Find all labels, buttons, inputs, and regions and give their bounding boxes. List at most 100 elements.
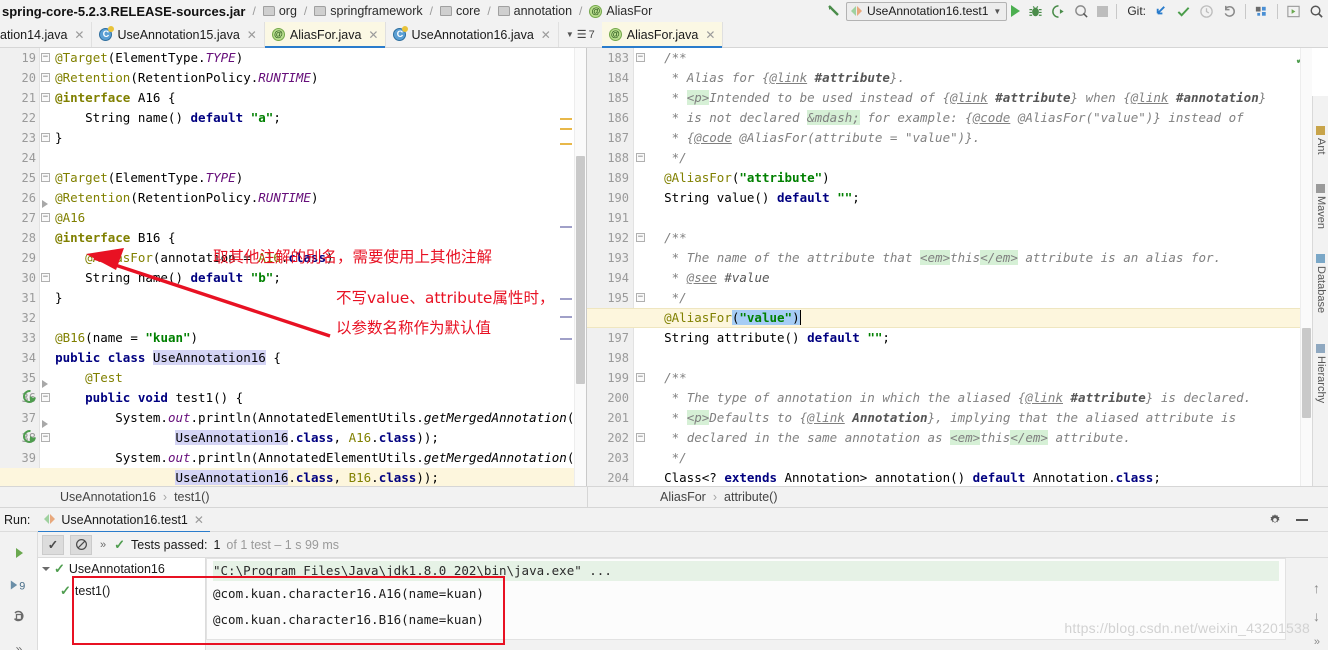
- code-line: * <p>Defaults to {@link Annotation}, imp…: [671, 410, 1237, 425]
- code-line: @Target(ElementType.TYPE): [55, 170, 244, 185]
- line-number: 189: [607, 171, 629, 185]
- code-line: /**: [664, 50, 687, 65]
- tool-tab-maven[interactable]: Maven: [1315, 196, 1327, 229]
- scrollbar-thumb[interactable]: [1302, 328, 1311, 418]
- close-icon[interactable]: ✕: [247, 28, 257, 42]
- code-line: String name() default "b";: [40, 270, 281, 285]
- tab-overflow-button[interactable]: ▼ ☰ 7: [559, 22, 602, 47]
- scroll-up-icon[interactable]: ↑: [1313, 580, 1320, 596]
- close-icon[interactable]: ✕: [74, 28, 84, 42]
- editor-left-pane[interactable]: 19 20 21 22 23 24 25 26 27 28 29 30 31 32 33 34 35 36 37 38…: [0, 48, 587, 486]
- line-number: 37: [21, 411, 36, 425]
- code-line: @Test: [85, 370, 123, 385]
- line-number: 29: [21, 251, 36, 265]
- scrollbar-thumb[interactable]: [576, 156, 585, 384]
- search-icon[interactable]: [1305, 1, 1328, 21]
- make-project-icon[interactable]: [822, 1, 846, 21]
- line-number: 28: [21, 231, 36, 245]
- show-ignored-toggle[interactable]: [70, 534, 92, 555]
- tool-tab-ant[interactable]: Ant: [1315, 138, 1327, 155]
- breadcrumb-separator: /: [303, 4, 308, 18]
- line-number: 39: [21, 451, 36, 465]
- breadcrumb-root[interactable]: spring-core-5.2.3.RELEASE-sources.jar: [2, 4, 245, 19]
- run-icon[interactable]: [1007, 1, 1024, 21]
- rerun-icon[interactable]: [8, 542, 30, 564]
- line-number: 194: [607, 271, 629, 285]
- run-anything-icon[interactable]: [1282, 1, 1305, 21]
- git-history-icon[interactable]: [1195, 1, 1218, 21]
- close-icon[interactable]: ✕: [541, 28, 551, 42]
- breadcrumb-item-aliasfor[interactable]: @ AliasFor: [589, 4, 652, 18]
- code-line: @A16: [55, 210, 86, 225]
- close-icon[interactable]: ✕: [368, 28, 378, 42]
- tab-useannotation16[interactable]: C UseAnnotation16.java ✕: [386, 22, 559, 47]
- git-update-icon[interactable]: [1149, 1, 1172, 21]
- breadcrumb-root-label: spring-core-5.2.3.RELEASE-sources.jar: [2, 3, 246, 19]
- run-test-class-icon[interactable]: [22, 388, 35, 402]
- scroll-down-icon[interactable]: ↓: [1313, 608, 1320, 624]
- breadcrumb-item-core[interactable]: core: [439, 4, 480, 18]
- editor-right-code[interactable]: /** * Alias for {@link #attribute}. * <p…: [634, 48, 1266, 486]
- close-icon[interactable]: ✕: [194, 513, 204, 527]
- code-line: UseAnnotation16.class, B16.class));: [175, 470, 439, 485]
- run-test-method-icon[interactable]: [22, 428, 35, 442]
- line-number: 204: [607, 471, 629, 485]
- chevron-down-icon[interactable]: [42, 567, 50, 571]
- marker: [560, 338, 572, 340]
- class-icon: C: [99, 26, 115, 41]
- breadcrumb-item-springframework[interactable]: springframework: [314, 4, 423, 18]
- toggle-auto-test-icon[interactable]: [8, 606, 30, 628]
- gear-icon[interactable]: [1268, 513, 1282, 527]
- text-caret: [799, 310, 801, 325]
- expand-toolbar-icon[interactable]: »: [8, 638, 30, 650]
- line-number: 200: [607, 391, 629, 405]
- git-commit-icon[interactable]: [1172, 1, 1195, 21]
- editor-left-code[interactable]: @Target(ElementType.TYPE) @Retention(Ret…: [40, 48, 574, 486]
- line-number: 26: [21, 191, 36, 205]
- close-icon[interactable]: ✕: [705, 28, 715, 42]
- breadcrumb-item-org[interactable]: org: [262, 4, 297, 18]
- show-passed-toggle[interactable]: ✓: [42, 534, 64, 555]
- tool-tab-hierarchy[interactable]: Hierarchy: [1315, 356, 1327, 403]
- tab-useannotation15[interactable]: C UseAnnotation15.java ✕: [92, 22, 265, 47]
- line-number: 30: [21, 271, 36, 285]
- breadcrumb-separator: /: [429, 4, 433, 18]
- breadcrumb-item-annotation[interactable]: annotation: [497, 4, 572, 18]
- editor-left-scrollbar[interactable]: [574, 48, 586, 486]
- debug-icon[interactable]: [1024, 1, 1047, 21]
- marker: [560, 298, 572, 300]
- structure-icon[interactable]: [1250, 1, 1273, 21]
- stop-icon[interactable]: [1093, 1, 1112, 21]
- tab-useannotation14[interactable]: ation14.java ✕: [0, 22, 93, 47]
- breadcrumb-right[interactable]: AliasFor › attribute(): [660, 490, 778, 504]
- test-tree-root-row[interactable]: ✓ UseAnnotation16: [38, 558, 205, 580]
- test-tree-pane[interactable]: ✓ UseAnnotation16 ✓ test1(): [38, 558, 206, 650]
- tab-aliasfor-split[interactable]: @ AliasFor.java ✕: [601, 22, 724, 48]
- run-tab-useannotation16-test1[interactable]: UseAnnotation16.test1 ✕: [38, 508, 210, 533]
- test-tree-child-row[interactable]: ✓ test1(): [38, 580, 205, 602]
- watermark: https://blog.csdn.net/weixin_43201538: [1064, 620, 1310, 636]
- profile-icon[interactable]: [1070, 1, 1093, 21]
- expand-console-icon[interactable]: »: [1314, 636, 1320, 648]
- minimize-icon[interactable]: [1296, 519, 1308, 521]
- tool-tab-database[interactable]: Database: [1315, 266, 1327, 313]
- git-revert-icon[interactable]: [1218, 1, 1241, 21]
- run-configuration-selector[interactable]: UseAnnotation16.test1 ▼: [845, 1, 1008, 21]
- code-line: */: [671, 150, 687, 165]
- editor-right-scrollbar[interactable]: [1300, 48, 1312, 486]
- editor-left-marker-bar[interactable]: [560, 48, 574, 486]
- rerun-failed-icon[interactable]: 9: [8, 574, 30, 596]
- line-number: 25: [21, 171, 36, 185]
- annotation-icon: @: [271, 28, 285, 41]
- editor-right-pane[interactable]: 183 184 185 186 187 188 189 190 191 192 193 194 195 1…: [587, 48, 1328, 486]
- folder-icon: [262, 6, 275, 16]
- run-with-coverage-icon[interactable]: [1047, 1, 1070, 21]
- code-line: @AliasFor("value"): [664, 310, 801, 325]
- line-number: 24: [21, 151, 36, 165]
- tab-aliasfor[interactable]: @ AliasFor.java ✕: [264, 22, 387, 48]
- expand-status-icon[interactable]: »: [98, 539, 108, 551]
- folder-icon: [497, 6, 510, 16]
- breadcrumb-left[interactable]: UseAnnotation16 › test1(): [60, 490, 210, 504]
